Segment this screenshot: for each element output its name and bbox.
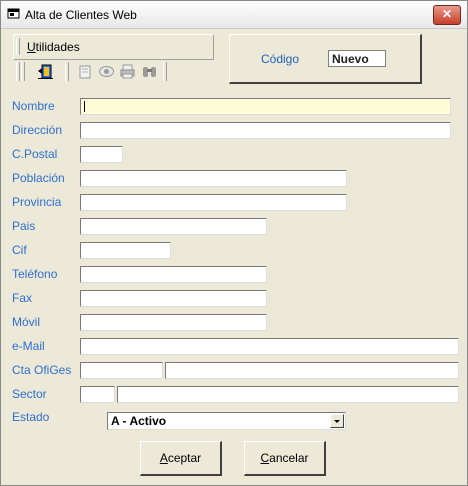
code-label: Código bbox=[261, 52, 300, 66]
toolbar-grip-2 bbox=[21, 62, 25, 81]
menu-utilidades[interactable]: Utilidades bbox=[27, 40, 80, 54]
menu-bar: Utilidades bbox=[13, 34, 214, 60]
email-label: e-Mail bbox=[12, 339, 45, 353]
estado-select[interactable]: A - Activo bbox=[107, 412, 346, 430]
direccion-input[interactable] bbox=[80, 122, 451, 139]
cif-input[interactable] bbox=[80, 242, 171, 259]
telefono-label: Teléfono bbox=[12, 267, 58, 281]
estado-label: Estado bbox=[12, 410, 50, 424]
exit-door-icon[interactable] bbox=[37, 63, 54, 80]
binoculars-icon[interactable] bbox=[141, 63, 158, 80]
cpostal-label: C.Postal bbox=[12, 147, 58, 161]
fax-input[interactable] bbox=[80, 290, 267, 307]
provincia-input[interactable] bbox=[80, 194, 347, 211]
title-bar[interactable]: Alta de Clientes Web ✕ bbox=[1, 1, 467, 29]
provincia-label: Provincia bbox=[12, 195, 62, 209]
print-icon[interactable] bbox=[119, 63, 136, 80]
movil-input[interactable] bbox=[80, 314, 267, 331]
eye-icon[interactable] bbox=[98, 63, 115, 80]
close-button[interactable]: ✕ bbox=[433, 5, 461, 25]
chevron-down-icon[interactable] bbox=[330, 414, 344, 428]
document-icon[interactable] bbox=[77, 63, 94, 80]
menu-grip bbox=[16, 38, 20, 55]
poblacion-label: Población bbox=[12, 171, 65, 185]
menu-utilidades-mnemonic: U bbox=[27, 40, 36, 54]
sector-code-input[interactable] bbox=[80, 386, 115, 403]
code-panel: Código Nuevo bbox=[229, 34, 422, 84]
nombre-label: Nombre bbox=[12, 99, 55, 113]
window-title: Alta de Clientes Web bbox=[25, 8, 137, 22]
toolbar-grip bbox=[16, 62, 20, 81]
aceptar-button[interactable]: Aceptar bbox=[140, 441, 222, 476]
text-caret bbox=[84, 101, 85, 112]
sector-desc-input[interactable] bbox=[117, 386, 459, 403]
poblacion-input[interactable] bbox=[80, 170, 347, 187]
sector-label: Sector bbox=[12, 387, 47, 401]
nombre-input[interactable] bbox=[80, 98, 451, 115]
movil-label: Móvil bbox=[12, 315, 41, 329]
cta-ofiges-code-input[interactable] bbox=[80, 362, 163, 379]
cta-ofiges-desc-input[interactable] bbox=[165, 362, 459, 379]
window-icon bbox=[7, 8, 20, 19]
menu-utilidades-label: tilidades bbox=[35, 40, 80, 54]
telefono-input[interactable] bbox=[80, 266, 267, 283]
cpostal-input[interactable] bbox=[80, 146, 123, 163]
cif-label: Cif bbox=[12, 243, 27, 257]
estado-selected-value: A - Activo bbox=[111, 414, 167, 428]
fax-label: Fax bbox=[12, 291, 33, 305]
cancelar-button[interactable]: Cancelar bbox=[244, 441, 326, 476]
dialog-window: Alta de Clientes Web ✕ Utilidades Código… bbox=[0, 0, 468, 486]
cta-ofiges-label: Cta OfiGes bbox=[12, 363, 72, 377]
toolbar bbox=[13, 61, 173, 83]
pais-label: Pais bbox=[12, 219, 36, 233]
code-value: Nuevo bbox=[328, 50, 386, 67]
aceptar-label: ceptar bbox=[167, 451, 202, 465]
toolbar-end-separator bbox=[163, 62, 167, 81]
cancelar-label: ancelar bbox=[269, 451, 309, 465]
cancelar-mnemonic: C bbox=[260, 451, 270, 465]
pais-input[interactable] bbox=[80, 218, 267, 235]
email-input[interactable] bbox=[80, 338, 459, 355]
direccion-label: Dirección bbox=[12, 123, 63, 137]
aceptar-mnemonic: A bbox=[159, 451, 168, 465]
toolbar-separator bbox=[65, 62, 69, 81]
